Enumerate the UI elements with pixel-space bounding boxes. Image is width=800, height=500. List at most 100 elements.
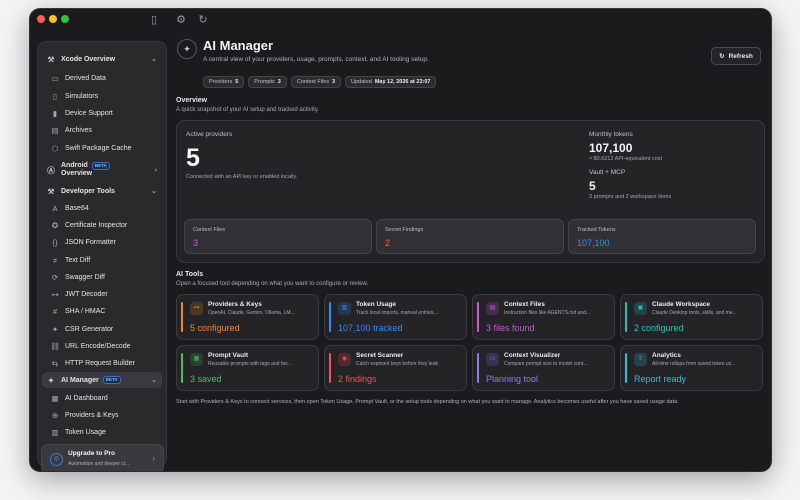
chevron-down-icon[interactable]: ⌄ xyxy=(151,376,157,384)
sidebar-item-text-diff[interactable]: ≠ Text Diff xyxy=(38,252,166,268)
sparkle-icon: ✦ xyxy=(47,375,55,385)
active-providers-value: 5 xyxy=(186,144,200,172)
card-value: 2 configured xyxy=(634,323,684,333)
chip-context-files: Context Files 3 xyxy=(290,76,342,88)
accent-bar xyxy=(181,353,183,383)
chip-label: Prompts xyxy=(254,79,275,85)
sidebar-item-certificate-inspector[interactable]: ✪ Certificate Inspector xyxy=(38,217,166,233)
sidebar-item-json-formatter[interactable]: {} JSON Formatter xyxy=(38,234,166,250)
card-value: Report ready xyxy=(634,374,687,384)
main-content: ✦ AI Manager A central view of your prov… xyxy=(176,31,771,471)
monthly-cost-note: ≈ $0.6212 API-equivalent cost xyxy=(589,156,663,162)
tool-card-prompt-vault[interactable]: ▦ Prompt Vault Reusable prompts with tags … xyxy=(176,345,319,391)
chip-value: 3 xyxy=(277,79,281,85)
sidebar-item-label: Xcode Overview xyxy=(61,55,116,63)
chip-updated: Updated May 12, 2026 at 23:07 xyxy=(345,76,437,88)
sidebar-item-swift-package-cache[interactable]: ⬡ Swift Package Cache xyxy=(38,140,166,156)
minimize-window-button[interactable] xyxy=(49,15,57,23)
tool-card-providers-keys[interactable]: ⊶ Providers & Keys OpenAI, Claude, Gemini,… xyxy=(176,294,319,340)
sidebar-item-sha-hmac[interactable]: # SHA / HMAC xyxy=(38,303,166,319)
sidebar-item-developer-tools[interactable]: ⚒ Developer Tools ⌄ xyxy=(38,183,166,199)
sidebar-item-ai-dashboard[interactable]: ▦ AI Dashboard xyxy=(38,390,166,406)
sidebar-item-ai-manager[interactable]: ✦ AI Manager BETA ⌄ xyxy=(42,372,162,388)
stat-label: Secret Findings xyxy=(385,227,424,233)
card-description: Compare prompt size to model cont... xyxy=(504,361,588,367)
sidebar-item-label: Archives xyxy=(65,126,92,134)
sidebar-item-label-wrap: Android BETA Overview xyxy=(61,162,110,178)
archive-icon: ▤ xyxy=(51,125,59,135)
tool-card-claude-workspace[interactable]: ▣ Claude Workspace Claude Desktop tools, s… xyxy=(620,294,763,340)
certificate-icon: ✪ xyxy=(51,220,59,230)
refresh-icon: ↻ xyxy=(719,53,725,60)
accent-bar xyxy=(329,302,331,332)
stat-secret-findings[interactable]: Secret Findings 2 xyxy=(376,219,564,254)
package-icon: ⬡ xyxy=(51,143,59,153)
sidebar-item-simulators[interactable]: ▯ Simulators xyxy=(38,88,166,104)
settings-gear-icon[interactable]: ⚙ xyxy=(174,13,188,27)
sidebar-item-label: HTTP Request Builder xyxy=(65,359,135,367)
dashboard-icon: ▦ xyxy=(51,393,59,403)
sidebar-item-label: Swagger Diff xyxy=(65,273,105,281)
braces-icon: {} xyxy=(52,237,58,247)
upgrade-to-pro-button[interactable]: ◎ Upgrade to Pro Automation and deeper c… xyxy=(41,444,164,471)
page-title: AI Manager xyxy=(203,38,274,53)
sidebar-item-label: Swift Package Cache xyxy=(65,144,132,152)
hash-icon: # xyxy=(52,306,58,316)
sidebar-item-archives[interactable]: ▤ Archives xyxy=(38,122,166,138)
chevron-right-icon[interactable]: › xyxy=(155,167,157,174)
tool-card-secret-scanner[interactable]: ◉ Secret Scanner Catch exposed keys before… xyxy=(324,345,467,391)
tool-card-token-usage[interactable]: ▥ Token Usage Track local imports, manual … xyxy=(324,294,467,340)
tool-card-context-files[interactable]: ▤ Context Files Instruction files like AGE… xyxy=(472,294,615,340)
sidebar-item-label: Certificate Inspector xyxy=(65,221,128,229)
tool-card-analytics[interactable]: ⇧ Analytics All-time rollups from saved to… xyxy=(620,345,763,391)
chevron-down-icon[interactable]: ⌄ xyxy=(151,187,157,195)
tools-icon: ⚒ xyxy=(47,186,55,196)
sidebar-item-derived-data[interactable]: ▭ Derived Data xyxy=(38,70,166,86)
sidebar-item-label-2: Overview xyxy=(61,170,93,177)
monthly-tokens-label: Monthly tokens xyxy=(589,131,633,138)
refresh-button[interactable]: ↻ Refresh xyxy=(711,47,761,65)
sidebar-item-csr-generator[interactable]: ✦ CSR Generator xyxy=(38,321,166,337)
card-value: 2 findings xyxy=(338,374,377,384)
card-description: Catch exposed keys before they leak xyxy=(356,361,438,367)
sidebar-item-providers-keys[interactable]: ⊕ Providers & Keys xyxy=(38,407,166,423)
chip-value: 3 xyxy=(331,79,336,85)
sidebar-item-xcode-overview[interactable]: ⚒ Xcode Overview ⌄ xyxy=(38,51,166,67)
sidebar-item-label: Text Diff xyxy=(65,256,91,264)
sidebar-item-swagger-diff[interactable]: ⟳ Swagger Diff xyxy=(38,269,166,285)
sidebar-item-http-request-builder[interactable]: ⇆ HTTP Request Builder xyxy=(38,355,166,371)
card-title: Secret Scanner xyxy=(356,352,404,359)
zoom-window-button[interactable] xyxy=(61,15,69,23)
request-icon: ⇆ xyxy=(51,358,59,368)
chip-value: 5 xyxy=(235,79,239,85)
reload-icon[interactable]: ↻ xyxy=(196,13,210,27)
active-providers-note: Connected with an API key or enabled loc… xyxy=(186,174,298,180)
sidebar-item-token-usage[interactable]: ▥ Token Usage xyxy=(38,424,166,440)
sidebar-toggle-icon[interactable]: ▯ xyxy=(147,13,161,27)
stat-tracked-tokens[interactable]: Tracked Tokens 107,100 xyxy=(568,219,756,254)
beta-badge: BETA xyxy=(102,376,121,384)
sidebar-item-label: JWT Decoder xyxy=(65,290,108,298)
stat-context-files[interactable]: Context Files 3 xyxy=(184,219,372,254)
upgrade-subtitle: Automation and deeper cl... xyxy=(68,461,130,467)
chip-providers: Providers 5 xyxy=(203,76,245,88)
sidebar-item-url-encode-decode[interactable]: ⛓ URL Encode/Decode xyxy=(38,338,166,354)
diff-icon: ≠ xyxy=(52,255,58,265)
sidebar-item-android[interactable]: Ⓐ Android BETA Overview › xyxy=(38,160,166,180)
overview-panel: Active providers 5 Connected with an API… xyxy=(176,120,765,263)
chevron-right-icon: › xyxy=(152,454,155,463)
vault-icon: ▦ xyxy=(190,353,203,366)
chevron-down-icon[interactable]: ⌄ xyxy=(151,55,157,63)
vault-mcp-note: 3 prompts and 2 workspace items xyxy=(589,194,672,200)
provider-icon: ⊕ xyxy=(51,410,59,420)
sidebar-item-base64[interactable]: A Base64 xyxy=(38,200,166,216)
card-title: Analytics xyxy=(652,352,681,359)
sidebar-item-device-support[interactable]: ▮ Device Support xyxy=(38,105,166,121)
sidebar-item-jwt-decoder[interactable]: ⊶ JWT Decoder xyxy=(38,286,166,302)
close-window-button[interactable] xyxy=(37,15,45,23)
tool-card-context-visualizer[interactable]: ▭ Context Visualizer Compare prompt size t… xyxy=(472,345,615,391)
sidebar-item-label: Base64 xyxy=(65,204,89,212)
sidebar-item-label: Token Usage xyxy=(65,428,106,436)
sidebar-item-label: AI Manager xyxy=(61,376,99,384)
card-title: Prompt Vault xyxy=(208,352,249,359)
